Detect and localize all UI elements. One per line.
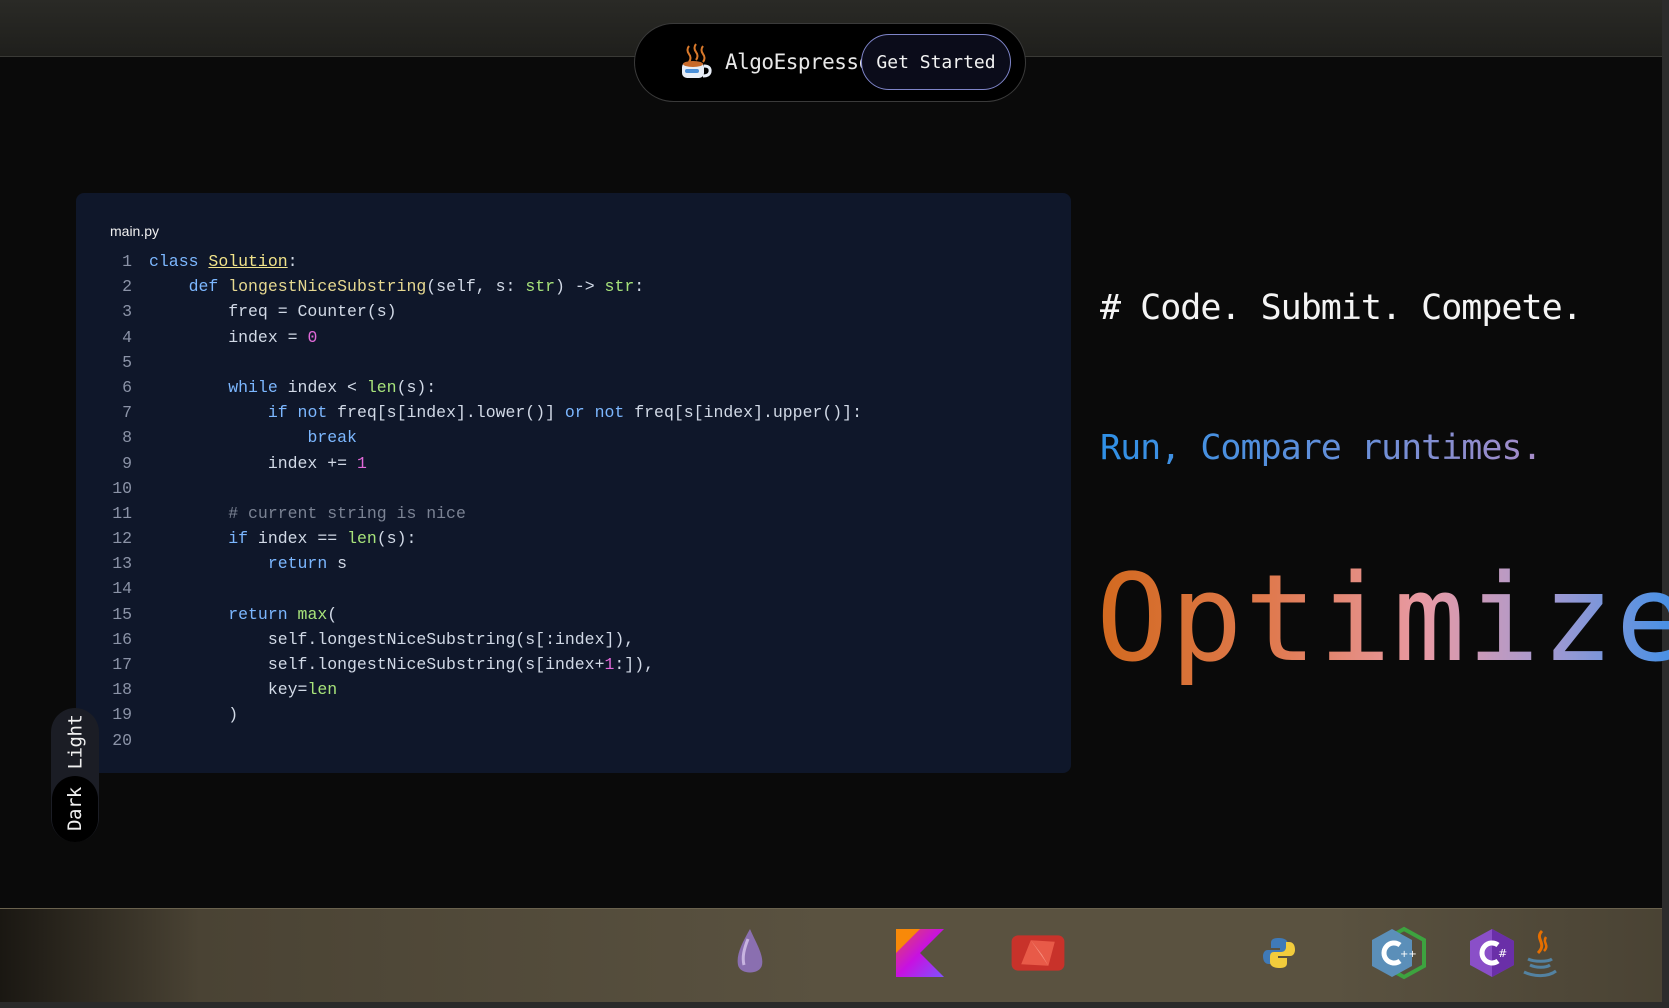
code-text: self.longestNiceSubstring(s[:index]),: [149, 629, 635, 649]
code-text: self.longestNiceSubstring(s[index+1:]),: [149, 655, 654, 674]
line-number: 6: [122, 377, 132, 397]
hero-subline: Run, Compare runtimes.: [1100, 428, 1543, 468]
line-number: 2: [122, 277, 132, 297]
hero-tagline: # Code. Submit. Compete.: [1100, 288, 1583, 328]
code-text: index += 1: [149, 453, 367, 473]
line-number: 18: [112, 680, 132, 700]
line-number: 17: [112, 655, 132, 674]
window-edge: [1662, 0, 1669, 1008]
theme-toggle[interactable]: Light Dark: [51, 708, 99, 842]
cpp-icon[interactable]: ++: [1366, 925, 1430, 981]
line-number: 7: [122, 403, 132, 423]
line-number: 4: [122, 327, 132, 347]
svg-text:#: #: [1498, 947, 1507, 960]
ruby-icon[interactable]: [1010, 925, 1066, 981]
elixir-icon[interactable]: [722, 925, 778, 981]
code-line: 13 return s: [76, 551, 347, 576]
code-line: 17 self.longestNiceSubstring(s[index+1:]…: [76, 652, 654, 677]
code-line: 1 class Solution:: [76, 249, 297, 274]
code-text: while index < len(s):: [228, 377, 437, 397]
code-block[interactable]: 1 class Solution: 2 def longestNiceSubstr…: [76, 249, 862, 753]
code-line: 3 freq = Counter(s): [76, 299, 396, 324]
get-started-button[interactable]: Get Started: [861, 34, 1011, 90]
code-line: 5: [76, 350, 132, 375]
python-icon[interactable]: [1262, 936, 1296, 970]
code-text: key=len: [149, 680, 338, 700]
code-text: index = 0: [149, 327, 318, 347]
line-number: 10: [112, 478, 132, 498]
code-text: break: [307, 428, 357, 448]
csharp-icon[interactable]: #: [1464, 925, 1520, 981]
code-line: 14: [76, 576, 132, 601]
java-icon[interactable]: [1520, 925, 1560, 981]
code-line: 7 if not freq[s[index].lower()] or not f…: [76, 400, 862, 425]
code-line: 9 index += 1: [76, 451, 367, 476]
code-text: if not freq[s[index].lower()] or not fre…: [267, 403, 862, 423]
code-line: 4 index = 0: [76, 325, 317, 350]
code-editor[interactable]: main.py 1 class Solution: 2 def longestNi…: [76, 193, 1071, 773]
line-number: 3: [122, 302, 132, 322]
code-text: ): [149, 705, 239, 725]
line-number: 8: [122, 428, 132, 448]
line-number: 13: [112, 554, 132, 574]
coffee-cup-icon: [682, 43, 712, 78]
line-number: 5: [122, 352, 132, 372]
code-text: if index == len(s):: [228, 529, 417, 549]
svg-text:++: ++: [1400, 949, 1417, 960]
kotlin-icon[interactable]: [892, 925, 948, 981]
line-number: 15: [112, 604, 132, 624]
code-text: # current string is nice: [228, 503, 466, 523]
line-number: 9: [122, 453, 132, 473]
code-line: 8 break: [76, 425, 357, 450]
theme-dark-label: Dark: [63, 787, 86, 831]
code-text: return s: [267, 554, 348, 574]
navbar: AlgoEspresso Get Started: [634, 23, 1026, 102]
hero-headline: Optimize: [1096, 555, 1669, 685]
code-text: return max(: [228, 604, 338, 624]
brand-name[interactable]: AlgoEspresso: [725, 50, 871, 74]
theme-dark-option[interactable]: Dark: [52, 776, 98, 842]
code-line: 18 key=len: [76, 677, 337, 702]
file-tab[interactable]: main.py: [110, 223, 159, 239]
window-edge-bottom: [0, 1002, 1669, 1008]
line-number: 14: [112, 579, 132, 599]
code-line: 12 if index == len(s):: [76, 526, 416, 551]
line-number: 1: [122, 252, 132, 271]
code-line: 10: [76, 476, 132, 501]
code-line: 6 while index < len(s):: [76, 375, 436, 400]
code-line: 15 return max(: [76, 602, 337, 627]
code-text: freq = Counter(s): [149, 302, 397, 322]
theme-light-option[interactable]: Light: [51, 708, 99, 776]
line-number: 12: [112, 529, 132, 549]
line-number: 11: [112, 503, 132, 523]
code-text: def longestNiceSubstring(self, s: str) -…: [188, 277, 645, 297]
code-text: class Solution:: [149, 252, 298, 271]
line-number: 16: [112, 629, 132, 649]
code-line: 11 # current string is nice: [76, 501, 466, 526]
code-line: 16 self.longestNiceSubstring(s[:index]),: [76, 627, 634, 652]
theme-light-label: Light: [64, 714, 87, 770]
language-dock: ++ #: [0, 908, 1662, 1003]
code-line: 2 def longestNiceSubstring(self, s: str)…: [76, 274, 644, 299]
